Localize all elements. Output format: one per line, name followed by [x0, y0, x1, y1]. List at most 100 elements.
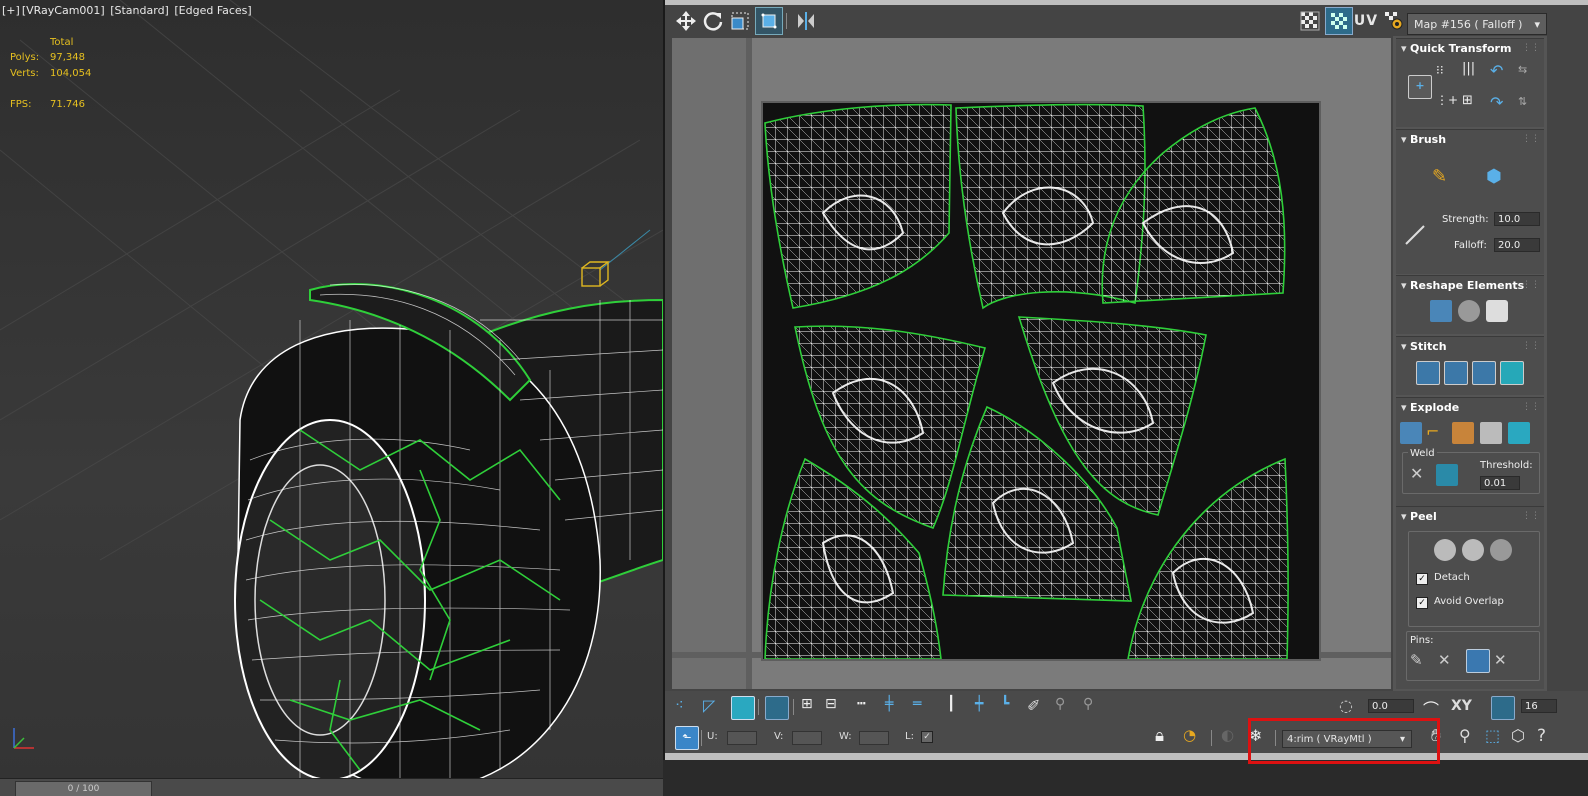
threshold-field[interactable]: 0.01 [1480, 476, 1520, 490]
relax-until-flat-icon[interactable] [1458, 300, 1480, 322]
detach-edge-icon[interactable]: ⌐ [1426, 422, 1448, 444]
uv-tile-0-1[interactable] [761, 101, 1321, 661]
space-vertical-icon[interactable]: ⇅ [1518, 95, 1540, 117]
move-icon[interactable] [673, 6, 699, 36]
falloff-field[interactable]: 20.0 [1494, 238, 1540, 252]
align-center-icon[interactable]: ⋮+ [1436, 93, 1458, 115]
flatten-to-grid-icon[interactable] [1508, 422, 1530, 444]
grow-selection-icon[interactable]: ⊞ [801, 696, 823, 718]
scale-icon[interactable] [727, 6, 753, 36]
help-icon[interactable]: ? [1537, 726, 1559, 748]
quick-peel-icon[interactable] [1434, 539, 1456, 561]
paint-shrink-icon[interactable]: ⚲ [1083, 696, 1105, 718]
avoid-overlap-checkbox[interactable]: ✓ [1416, 597, 1428, 609]
reset-peel-icon[interactable] [1490, 539, 1512, 561]
rollout-title-peel[interactable]: Peel [1401, 510, 1437, 523]
soft-selection-icon[interactable]: ◌ [1339, 696, 1361, 718]
pivot-icon[interactable]: + [1408, 75, 1432, 99]
strength-field[interactable]: 10.0 [1494, 212, 1540, 226]
vertex-mode-icon[interactable]: ⁖ [675, 696, 697, 718]
paint-pin-icon[interactable]: ✎ [1432, 166, 1454, 188]
uv-canvas[interactable] [672, 38, 1391, 689]
rollout-title-explode[interactable]: Explode [1401, 401, 1459, 414]
align-vertical-icon[interactable]: ⁝⁝ [1436, 63, 1458, 85]
ring-shrink-icon[interactable]: ┗ [1001, 696, 1023, 718]
show-map-icon[interactable] [1325, 6, 1353, 36]
explode-by-smoothing-icon[interactable] [1452, 422, 1474, 444]
xy-toggle[interactable]: XY [1451, 698, 1472, 714]
texture-map-dropdown[interactable]: Map #156 ( Falloff ) ▾ [1407, 13, 1547, 35]
viewport-label[interactable]: [+] [VRayCam001] [Standard] [Edged Faces] [2, 4, 254, 17]
rollout-title-reshape[interactable]: Reshape Elements [1401, 279, 1524, 292]
hide-icon[interactable]: ◔ [1183, 726, 1205, 748]
angle-field[interactable]: 0.0 [1368, 699, 1414, 713]
absolute-offset-icon[interactable]: ⬑ [675, 726, 699, 750]
3d-viewport[interactable]: [+] [VRayCam001] [Standard] [Edged Faces]… [0, 0, 663, 796]
pin-selected-icon[interactable]: ✕ [1438, 651, 1460, 673]
weld-all-icon[interactable] [1436, 464, 1458, 486]
u-field[interactable] [727, 731, 757, 745]
mirror-icon[interactable] [793, 6, 819, 36]
zoom-icon[interactable]: ⚲ [1459, 726, 1481, 748]
stitch-custom-icon[interactable] [1416, 361, 1440, 385]
unpin-icon[interactable] [1466, 649, 1490, 673]
viewport-label-camera[interactable]: [VRayCam001] [22, 4, 105, 17]
auto-pin-icon[interactable]: ✕ [1494, 651, 1516, 673]
freeform-mode-icon[interactable] [755, 6, 783, 36]
paint-select-icon[interactable]: ✐ [1027, 696, 1049, 718]
stitch-average-icon[interactable] [1472, 361, 1496, 385]
loop-shrink-icon[interactable]: ═ [913, 696, 935, 718]
grid-subdivisions-field[interactable]: 16 [1521, 699, 1557, 713]
weld-selected-icon[interactable]: ✕ [1410, 464, 1432, 486]
time-slider[interactable]: 0 / 100 [15, 781, 152, 796]
viewport-label-edged[interactable]: [Edged Faces] [174, 4, 251, 17]
zoom-region-icon[interactable]: ⬚ [1485, 726, 1507, 748]
peel-mode-icon[interactable] [1462, 539, 1484, 561]
drag-grip-icon[interactable]: ⋮⋮ [1522, 402, 1540, 412]
v-field[interactable] [792, 731, 822, 745]
checker-pattern-icon[interactable] [1297, 6, 1323, 36]
grid-snap-icon[interactable] [1491, 696, 1515, 720]
rollout-title-stitch[interactable]: Stitch [1401, 340, 1447, 353]
polygon-mode-icon[interactable] [731, 696, 755, 720]
edit-pins-icon[interactable]: ✎ [1410, 651, 1432, 673]
rotate-ccw-icon[interactable]: ↶ [1490, 61, 1512, 83]
unhide-icon[interactable]: ◐ [1221, 726, 1243, 748]
lock-icon[interactable]: 🔒︎ [1155, 726, 1177, 748]
rotate-cw-icon[interactable]: ↷ [1490, 93, 1512, 115]
stitch-to-target-icon[interactable] [1444, 361, 1468, 385]
brush-line-icon[interactable] [1404, 224, 1426, 246]
shrink-selection-icon[interactable]: ⊟ [825, 696, 847, 718]
rollout-title-brush[interactable]: Brush [1401, 133, 1446, 146]
straighten-selection-icon[interactable] [1430, 300, 1452, 322]
break-icon[interactable] [1400, 422, 1422, 444]
space-horizontal-icon[interactable]: ⇆ [1518, 63, 1540, 85]
stitch-to-source-icon[interactable] [1500, 361, 1524, 385]
drag-grip-icon[interactable]: ⋮⋮ [1522, 511, 1540, 521]
uv-toggle[interactable]: UV [1353, 6, 1379, 36]
relax-icon[interactable] [1486, 300, 1508, 322]
element-mode-icon[interactable] [765, 696, 789, 720]
straighten-icon[interactable]: ⊞ [1462, 93, 1484, 115]
settings-icon[interactable] [1381, 6, 1407, 36]
relax-brush-icon[interactable]: ⬢ [1486, 166, 1508, 188]
paint-grow-icon[interactable]: ⚲ [1055, 696, 1077, 718]
drag-grip-icon[interactable]: ⋮⋮ [1522, 134, 1540, 144]
align-horizontal-icon[interactable]: ||| [1462, 61, 1484, 83]
viewport-label-plus[interactable]: [+] [2, 4, 20, 17]
drag-grip-icon[interactable]: ⋮⋮ [1522, 43, 1540, 53]
drag-grip-icon[interactable]: ⋮⋮ [1522, 341, 1540, 351]
falloff-curve-icon[interactable]: ⌒ [1423, 696, 1445, 719]
loop-icon[interactable]: ┅ [857, 696, 879, 718]
ring-grow-icon[interactable]: ┿ [975, 696, 997, 718]
rollout-title-quick-transform[interactable]: Quick Transform [1401, 42, 1511, 55]
detach-checkbox[interactable]: ✓ [1416, 573, 1428, 585]
viewport-label-shading[interactable]: [Standard] [110, 4, 169, 17]
explode-by-material-icon[interactable] [1480, 422, 1502, 444]
rotate-icon[interactable] [700, 6, 726, 36]
ring-icon[interactable]: ┃ [947, 696, 969, 718]
loop-grow-icon[interactable]: ╪ [885, 696, 907, 718]
lock-uv-checkbox[interactable]: ✓ [921, 731, 933, 743]
edge-mode-icon[interactable]: ◸ [703, 696, 725, 718]
drag-grip-icon[interactable]: ⋮⋮ [1522, 280, 1540, 290]
